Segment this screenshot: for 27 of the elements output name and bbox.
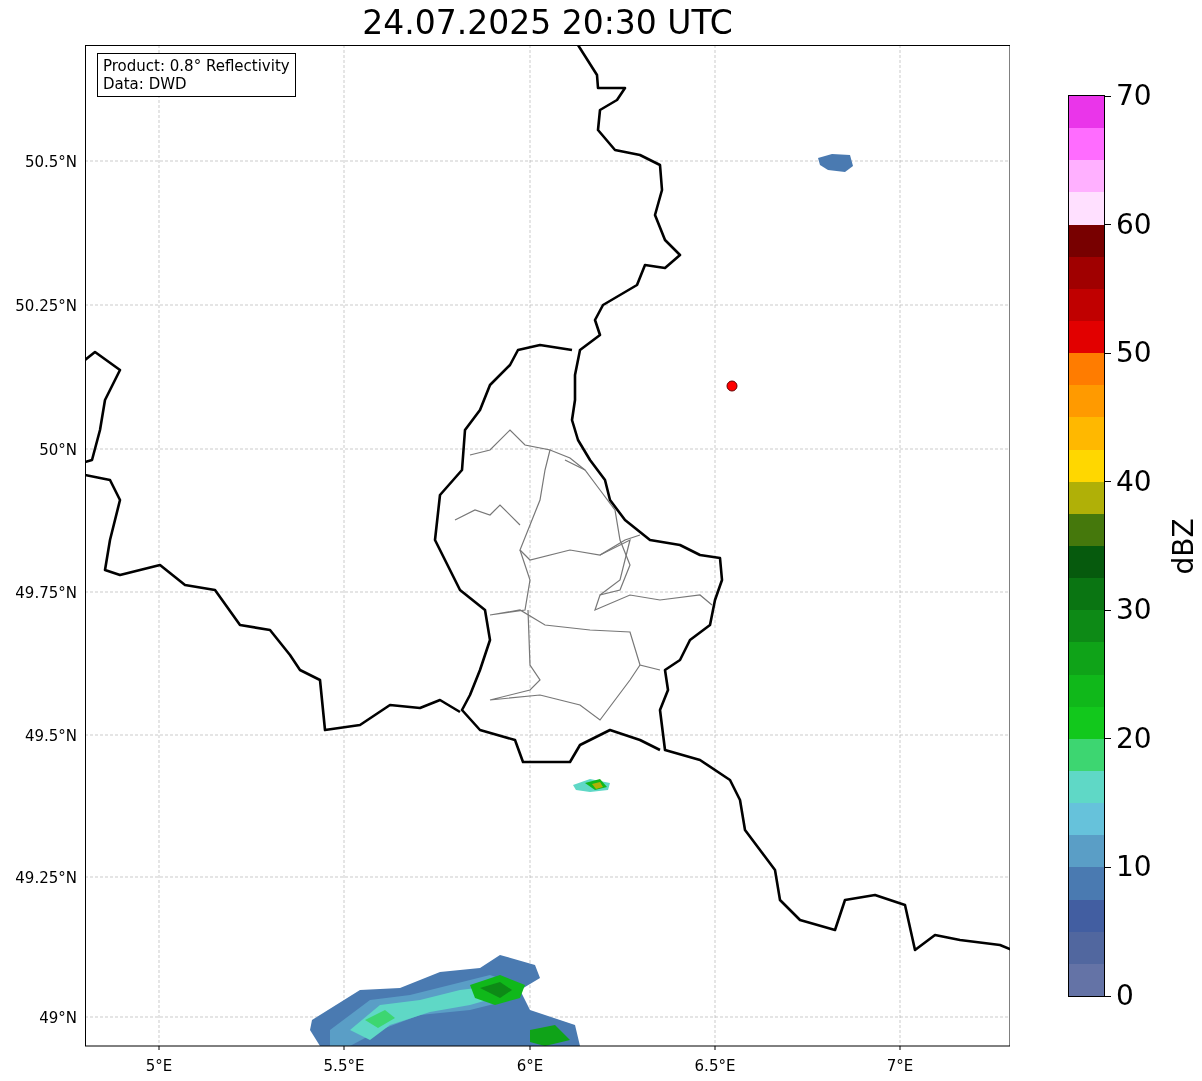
colorbar-tick-label: 60 (1116, 209, 1152, 240)
latitude-label: 49.25°N (15, 869, 77, 887)
latitude-label: 49.5°N (24, 727, 77, 745)
colorbar-tick-label: 50 (1116, 338, 1152, 369)
longitude-label: 7°E (886, 1057, 914, 1075)
colorbar-tick-label: 0 (1116, 981, 1134, 1011)
latitude-label: 50.5°N (24, 153, 77, 171)
longitude-label: 5°E (145, 1057, 173, 1075)
colorbar-label: dBZ (1166, 517, 1200, 575)
colorbar-tick-label: 20 (1116, 723, 1152, 754)
longitude-label: 5.5°E (323, 1057, 365, 1075)
colorbar-tick-label: 30 (1116, 595, 1152, 626)
latitude-label: 50.25°N (15, 297, 77, 315)
latitude-label: 49°N (39, 1009, 77, 1027)
latitude-label: 50°N (39, 441, 77, 459)
colorbar-tick-label: 10 (1116, 852, 1152, 883)
rain-echo (573, 779, 610, 792)
colorbar-tick-label: 70 (1116, 81, 1152, 111)
latitude-label: 49.75°N (15, 584, 77, 602)
colorbar-tick-label: 40 (1116, 466, 1152, 497)
chart-title: 24.07.2025 20:30 UTC (362, 2, 733, 44)
longitude-label: 6.5°E (694, 1057, 736, 1075)
info-text: Data: DWD (103, 75, 188, 93)
longitude-label: 6°E (516, 1057, 544, 1075)
rain-echo (818, 154, 853, 172)
info-text: Product: 0.8° Reflectivity (103, 57, 290, 75)
radar-site-marker (726, 380, 738, 392)
